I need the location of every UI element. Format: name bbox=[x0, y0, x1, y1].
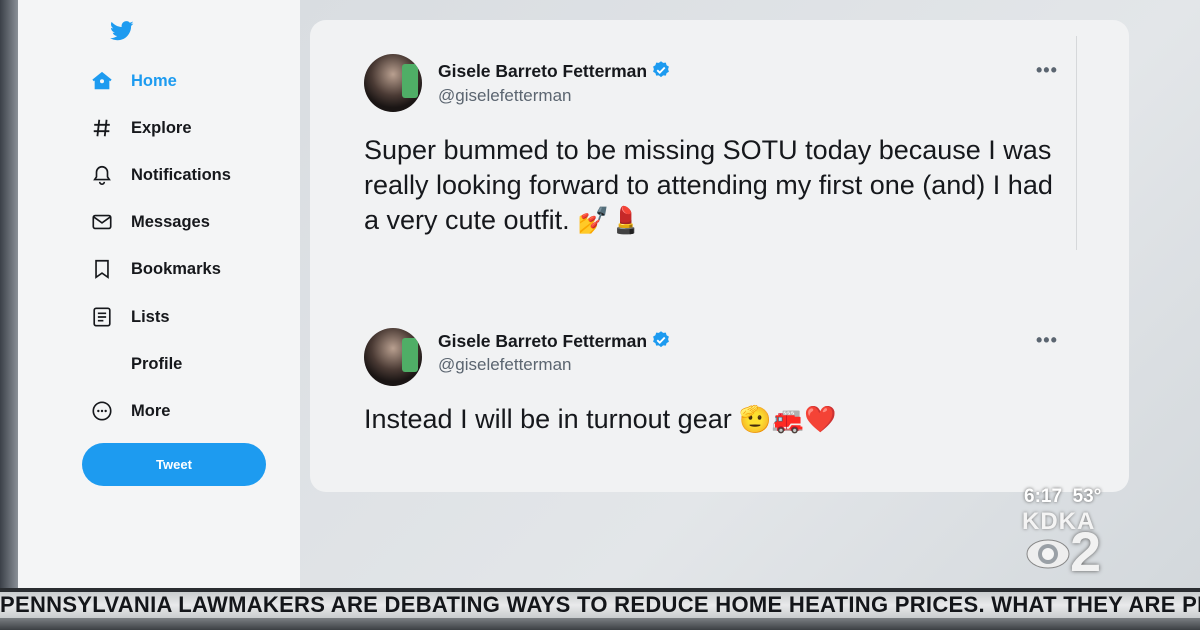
sidebar-item-label: Messages bbox=[131, 212, 210, 231]
verified-badge-icon bbox=[653, 61, 670, 78]
list-icon bbox=[90, 305, 114, 329]
bookmark-icon bbox=[90, 257, 114, 281]
tweet-button[interactable]: Tweet bbox=[82, 443, 266, 486]
avatar[interactable] bbox=[364, 54, 422, 112]
station-logo: 6:17 53° KDKA 2 bbox=[1022, 486, 1132, 586]
divider bbox=[1076, 36, 1077, 250]
sidebar-item-label: Profile bbox=[131, 354, 183, 373]
sidebar-item-label: Notifications bbox=[131, 165, 231, 184]
more-options-icon[interactable]: ••• bbox=[1036, 60, 1058, 81]
channel-number: 2 bbox=[1070, 520, 1102, 583]
tweet-text: Super bummed to be missing SOTU today be… bbox=[364, 135, 1053, 235]
hashtag-icon bbox=[90, 116, 114, 140]
sidebar-item-label: More bbox=[131, 401, 171, 420]
tweet-handle[interactable]: @giselefetterman bbox=[438, 86, 572, 106]
sidebar-item-profile[interactable]: Profile bbox=[90, 349, 182, 379]
home-icon bbox=[90, 69, 114, 93]
sidebar-item-explore[interactable]: Explore bbox=[90, 113, 192, 143]
sidebar-item-home[interactable]: Home bbox=[90, 66, 177, 96]
news-ticker: PENNSYLVANIA LAWMAKERS ARE DEBATING WAYS… bbox=[0, 592, 1200, 618]
sidebar-item-lists[interactable]: Lists bbox=[90, 302, 170, 332]
sidebar-item-label: Lists bbox=[131, 307, 170, 326]
tweet-author-name[interactable]: Gisele Barreto Fetterman bbox=[438, 330, 671, 352]
tweet-text: Instead I will be in turnout gear 🫡🚒❤️ bbox=[364, 404, 837, 434]
bell-icon bbox=[90, 163, 114, 187]
cbs-eye-icon bbox=[1026, 539, 1070, 569]
sidebar-item-label: Explore bbox=[131, 118, 192, 137]
time-temp: 6:17 53° bbox=[1024, 486, 1102, 507]
ticker-base bbox=[0, 618, 1200, 630]
tweet-author-name[interactable]: Gisele Barreto Fetterman bbox=[438, 60, 671, 82]
sidebar-item-notifications[interactable]: Notifications bbox=[90, 160, 231, 190]
sidebar-item-more[interactable]: More bbox=[90, 396, 170, 426]
sidebar-item-label: Home bbox=[131, 71, 177, 90]
envelope-icon bbox=[90, 210, 114, 234]
sidebar-item-bookmarks[interactable]: Bookmarks bbox=[90, 254, 221, 284]
ticker-text: PENNSYLVANIA LAWMAKERS ARE DEBATING WAYS… bbox=[0, 592, 1200, 617]
tweet-handle[interactable]: @giselefetterman bbox=[438, 355, 572, 375]
left-edge-strip bbox=[0, 0, 18, 590]
sidebar-item-label: Bookmarks bbox=[131, 259, 221, 278]
nail-polish-emoji: 💅💄 bbox=[577, 205, 642, 235]
sidebar-item-messages[interactable]: Messages bbox=[90, 207, 210, 237]
twitter-bird-icon[interactable] bbox=[110, 20, 134, 42]
verified-badge-icon bbox=[653, 331, 670, 348]
salute-firetruck-heart-emoji: 🫡🚒❤️ bbox=[739, 404, 837, 434]
more-options-icon[interactable]: ••• bbox=[1036, 330, 1058, 351]
more-circle-icon bbox=[90, 399, 114, 423]
avatar[interactable] bbox=[364, 328, 422, 386]
